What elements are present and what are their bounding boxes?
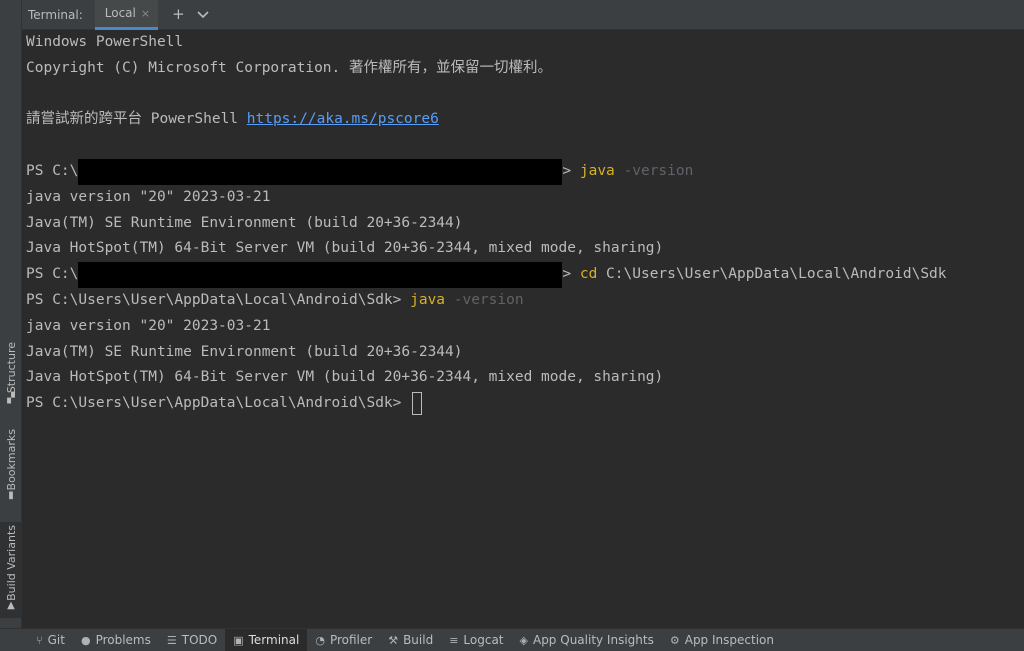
terminal-line: Java(TM) SE Runtime Environment (build 2… xyxy=(26,214,463,231)
logcat-icon: ≡ xyxy=(449,633,459,647)
terminal-prompt-line: PS C:\ > cd C:\Users\User\AppData\Local\A… xyxy=(26,262,1024,289)
terminal-line: java version "20" 2023-03-21 xyxy=(26,188,271,205)
terminal-line: Windows PowerShell xyxy=(26,34,184,50)
terminal-line: 請嘗試新的跨平台 PowerShell https://aka.ms/pscor… xyxy=(26,111,439,128)
logcat-label: Logcat xyxy=(463,633,504,647)
todo-icon: ☰ xyxy=(166,633,177,647)
profiler-gauge-icon: ◔ xyxy=(315,633,325,647)
pscore-link[interactable]: https://aka.ms/pscore6 xyxy=(247,111,439,127)
problems-tool[interactable]: ● Problems xyxy=(73,629,159,651)
problems-icon: ● xyxy=(80,633,91,647)
todo-label: TODO xyxy=(181,633,218,647)
logcat-tool[interactable]: ≡ Logcat xyxy=(441,629,511,651)
git-tool[interactable]: ⑂ Git xyxy=(28,629,73,651)
terminal-icon: ▣ xyxy=(233,633,244,647)
terminal-output[interactable]: Windows PowerShell Copyright (C) Microso… xyxy=(22,30,1024,628)
left-tool-strip: ▞ Structure ▮ Bookmarks ▲ Build Variants xyxy=(0,0,22,628)
terminal-tool[interactable]: ▣ Terminal xyxy=(225,628,308,651)
close-icon[interactable]: × xyxy=(141,7,150,20)
tab-local[interactable]: Local × xyxy=(94,0,159,30)
app-inspection-tool[interactable]: ⚙ App Inspection xyxy=(662,629,782,651)
terminal-line: Java HotSpot(TM) 64-Bit Server VM (build… xyxy=(26,369,664,386)
build-variants-label: Build Variants xyxy=(4,524,18,601)
tab-local-label: Local xyxy=(104,6,136,20)
app-quality-insights-label: App Quality Insights xyxy=(532,633,654,647)
bookmark-icon: ▮ xyxy=(8,490,14,502)
terminal-label: Terminal xyxy=(248,633,300,647)
terminal-prompt-line: PS C:\Users\User\AppData\Local\Android\S… xyxy=(26,291,524,308)
terminal-prompt-line: PS C:\ > java -version xyxy=(26,158,1024,185)
profiler-label: Profiler xyxy=(329,633,373,647)
build-variants-tab[interactable]: ▲ Build Variants xyxy=(0,522,22,618)
app-inspection-label: App Inspection xyxy=(684,633,774,647)
bottom-toolbar: ⑂ Git ● Problems ☰ TODO ▣ Terminal ◔ Profiler… xyxy=(0,628,1024,651)
redacted-path xyxy=(78,158,563,185)
structure-tab[interactable]: ▞ Structure xyxy=(0,340,22,410)
app-inspection-icon: ⚙ xyxy=(669,633,680,647)
new-tab-button[interactable]: + xyxy=(172,7,185,22)
hammer-icon: ⚒ xyxy=(388,633,399,647)
build-label: Build xyxy=(403,633,434,647)
text-cursor xyxy=(412,391,423,415)
terminal-line: Java HotSpot(TM) 64-Bit Server VM (build… xyxy=(26,240,664,257)
terminal-line: java version "20" 2023-03-21 xyxy=(26,317,271,334)
profiler-tool[interactable]: ◔ Profiler xyxy=(307,629,380,651)
todo-tool[interactable]: ☰ TODO xyxy=(159,629,225,651)
terminal-prompt-line: PS C:\Users\User\AppData\Local\Android\S… xyxy=(26,391,1024,417)
git-label: Git xyxy=(47,633,65,647)
terminal-line: Copyright (C) Microsoft Corporation. 著作權… xyxy=(26,59,552,76)
bookmarks-label: Bookmarks xyxy=(4,428,18,491)
android-icon: ▲ xyxy=(7,600,15,612)
app-quality-insights-tool[interactable]: ◈ App Quality Insights xyxy=(512,629,662,651)
redacted-path xyxy=(78,262,563,289)
problems-label: Problems xyxy=(95,633,151,647)
chevron-down-icon[interactable] xyxy=(197,7,209,22)
build-tool[interactable]: ⚒ Build xyxy=(380,629,441,651)
terminal-line: Java(TM) SE Runtime Environment (build 2… xyxy=(26,343,463,360)
diamond-icon: ◈ xyxy=(519,633,528,647)
structure-icon: ▞ xyxy=(7,393,15,405)
bookmarks-tab[interactable]: ▮ Bookmarks xyxy=(0,428,22,506)
terminal-tabbar: Terminal: Local × + xyxy=(22,0,1024,30)
git-branch-icon: ⑂ xyxy=(36,633,43,647)
structure-label: Structure xyxy=(4,341,18,394)
terminal-title: Terminal: xyxy=(28,7,83,22)
